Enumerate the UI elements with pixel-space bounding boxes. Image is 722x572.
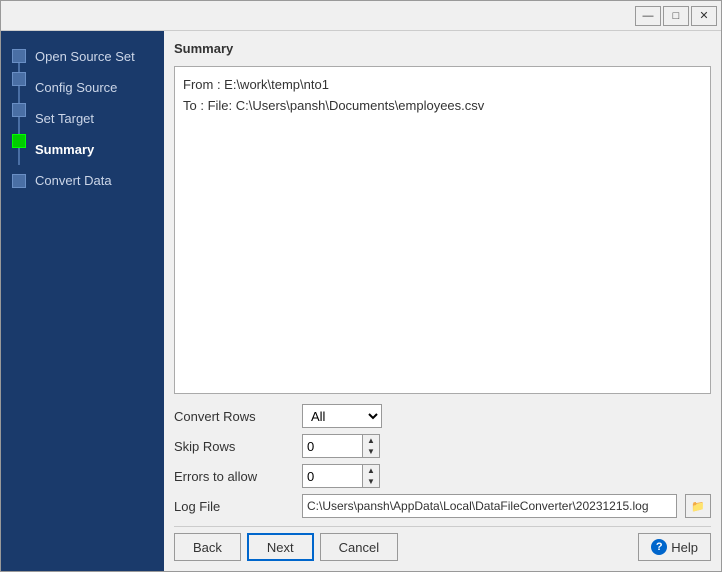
errors-label: Errors to allow	[174, 469, 294, 484]
sidebar-label-summary: Summary	[35, 134, 94, 165]
convert-rows-control: All First N Custom	[302, 404, 382, 428]
step-connector-5	[11, 165, 27, 196]
skip-rows-row: Skip Rows ▲ ▼	[174, 434, 711, 458]
skip-rows-buttons: ▲ ▼	[362, 434, 380, 458]
convert-rows-label: Convert Rows	[174, 409, 294, 424]
cancel-button[interactable]: Cancel	[320, 533, 398, 561]
footer: Back Next Cancel ? Help	[174, 526, 711, 561]
sidebar-item-open-source-set[interactable]: Open Source Set	[1, 41, 164, 72]
step-indicator-2	[12, 72, 26, 86]
help-label: Help	[671, 540, 698, 555]
sidebar: Open Source Set Config Source	[1, 31, 164, 571]
close-button[interactable]: ✕	[691, 6, 717, 26]
folder-icon: 📁	[691, 500, 705, 513]
errors-spinner: ▲ ▼	[302, 464, 380, 488]
content-area: Summary From : E:\work\temp\nto1 To : Fi…	[164, 31, 721, 571]
skip-rows-down[interactable]: ▼	[363, 446, 379, 457]
sidebar-nav: Open Source Set Config Source	[1, 41, 164, 196]
step-line-2	[18, 86, 20, 103]
main-window: — □ ✕ Open Source Set	[0, 0, 722, 572]
sidebar-item-summary[interactable]: Summary	[1, 134, 164, 165]
convert-rows-row: Convert Rows All First N Custom	[174, 404, 711, 428]
step-line-3	[18, 117, 20, 134]
summary-to: To : File: C:\Users\pansh\Documents\empl…	[183, 96, 702, 117]
sidebar-item-set-target[interactable]: Set Target	[1, 103, 164, 134]
log-file-browse-button[interactable]: 📁	[685, 494, 711, 518]
skip-rows-control: ▲ ▼	[302, 434, 380, 458]
sidebar-label-set-target: Set Target	[35, 103, 94, 134]
step-line-4	[18, 148, 20, 165]
step-connector-4	[11, 134, 27, 165]
section-title: Summary	[174, 41, 711, 60]
errors-row: Errors to allow ▲ ▼	[174, 464, 711, 488]
errors-buttons: ▲ ▼	[362, 464, 380, 488]
next-button[interactable]: Next	[247, 533, 314, 561]
maximize-button[interactable]: □	[663, 6, 689, 26]
summary-box: From : E:\work\temp\nto1 To : File: C:\U…	[174, 66, 711, 394]
form-section: Convert Rows All First N Custom Skip Row…	[174, 404, 711, 518]
step-connector-1	[11, 41, 27, 72]
footer-right: ? Help	[638, 533, 711, 561]
sidebar-label-convert-data: Convert Data	[35, 165, 112, 196]
main-content: Open Source Set Config Source	[1, 31, 721, 571]
step-indicator-1	[12, 49, 26, 63]
sidebar-item-convert-data[interactable]: Convert Data	[1, 165, 164, 196]
log-file-input[interactable]	[302, 494, 677, 518]
step-connector-2	[11, 72, 27, 103]
skip-rows-label: Skip Rows	[174, 439, 294, 454]
sidebar-label-open-source-set: Open Source Set	[35, 41, 135, 72]
step-indicator-4	[12, 134, 26, 148]
errors-down[interactable]: ▼	[363, 476, 379, 487]
step-indicator-5	[12, 174, 26, 188]
step-line-1	[18, 63, 20, 72]
log-file-row: Log File 📁	[174, 494, 711, 518]
help-icon: ?	[651, 539, 667, 555]
help-button[interactable]: ? Help	[638, 533, 711, 561]
step-indicator-3	[12, 103, 26, 117]
log-file-label: Log File	[174, 499, 294, 514]
back-button[interactable]: Back	[174, 533, 241, 561]
summary-from: From : E:\work\temp\nto1	[183, 75, 702, 96]
footer-left: Back Next Cancel	[174, 533, 398, 561]
sidebar-label-config-source: Config Source	[35, 72, 117, 103]
skip-rows-input[interactable]	[302, 434, 362, 458]
errors-control: ▲ ▼	[302, 464, 380, 488]
step-connector-3	[11, 103, 27, 134]
skip-rows-up[interactable]: ▲	[363, 435, 379, 446]
sidebar-item-config-source[interactable]: Config Source	[1, 72, 164, 103]
errors-input[interactable]	[302, 464, 362, 488]
title-bar: — □ ✕	[1, 1, 721, 31]
minimize-button[interactable]: —	[635, 6, 661, 26]
errors-up[interactable]: ▲	[363, 465, 379, 476]
skip-rows-spinner: ▲ ▼	[302, 434, 380, 458]
convert-rows-select[interactable]: All First N Custom	[302, 404, 382, 428]
window-controls: — □ ✕	[635, 6, 717, 26]
